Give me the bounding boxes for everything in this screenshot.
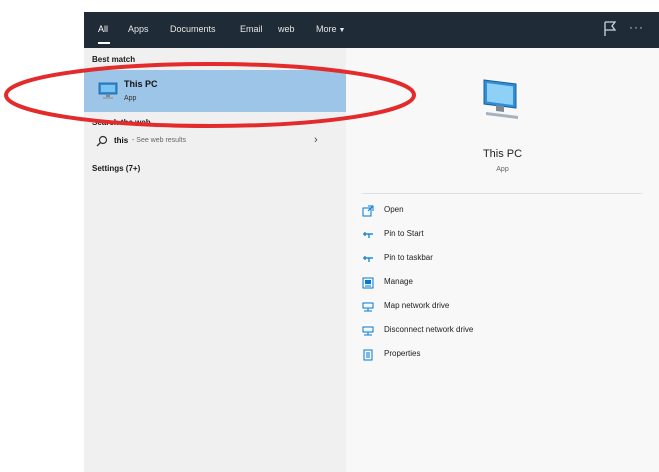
action-open-label: Open xyxy=(384,205,404,214)
search-web-header: Search the web xyxy=(92,118,151,127)
web-result-hint: - See web results xyxy=(132,137,187,144)
action-disconnect-network-drive[interactable]: Disconnect network drive xyxy=(362,322,622,340)
tab-web[interactable]: web xyxy=(278,24,295,34)
search-icon xyxy=(96,135,108,147)
active-tab-indicator xyxy=(98,42,110,44)
action-manage[interactable]: Manage xyxy=(362,274,622,292)
best-match-title: This PC xyxy=(124,79,158,89)
feedback-icon[interactable] xyxy=(602,20,618,38)
action-pin-to-taskbar[interactable]: Pin to taskbar xyxy=(362,250,622,268)
manage-icon xyxy=(362,277,374,289)
results-list: Best match This PC App Search the web th… xyxy=(84,48,346,472)
this-pc-large-icon xyxy=(483,79,518,119)
search-panel: All Apps Documents Email web More ▼ ··· B… xyxy=(84,12,659,472)
this-pc-icon xyxy=(98,82,118,99)
action-map-network-drive-label: Map network drive xyxy=(384,301,450,310)
action-open[interactable]: Open xyxy=(362,202,622,220)
action-disconnect-network-drive-label: Disconnect network drive xyxy=(384,325,474,334)
caret-down-icon: ▼ xyxy=(338,27,346,34)
best-match-header: Best match xyxy=(92,55,136,64)
tab-apps[interactable]: Apps xyxy=(128,24,149,34)
preview-pane: This PC App Open Pin to Start Pin to tas… xyxy=(346,48,659,472)
chevron-right-icon[interactable]: › xyxy=(314,134,318,146)
tab-more[interactable]: More ▼ xyxy=(316,24,345,34)
action-pin-to-start[interactable]: Pin to Start xyxy=(362,226,622,244)
network-drive-icon xyxy=(362,302,374,312)
pin-icon xyxy=(363,256,373,262)
pin-icon xyxy=(363,232,373,238)
best-match-subtitle: App xyxy=(124,95,137,102)
action-properties[interactable]: Properties xyxy=(362,346,622,364)
preview-subtitle: App xyxy=(496,166,509,173)
search-filter-bar: All Apps Documents Email web More ▼ ··· xyxy=(84,12,659,48)
settings-header[interactable]: Settings (7+) xyxy=(92,164,140,173)
action-map-network-drive[interactable]: Map network drive xyxy=(362,298,622,316)
tab-documents[interactable]: Documents xyxy=(170,24,216,34)
properties-icon xyxy=(363,349,373,361)
more-options-icon[interactable]: ··· xyxy=(629,20,644,34)
action-pin-to-start-label: Pin to Start xyxy=(384,229,424,238)
preview-divider xyxy=(362,193,642,194)
action-properties-label: Properties xyxy=(384,349,421,358)
web-query-text: this xyxy=(114,136,129,145)
network-drive-icon xyxy=(362,326,374,336)
action-pin-to-taskbar-label: Pin to taskbar xyxy=(384,253,433,262)
preview-title: This PC xyxy=(482,148,523,160)
tab-email[interactable]: Email xyxy=(240,24,263,34)
best-match-item[interactable]: This PC App xyxy=(84,70,346,112)
tab-all[interactable]: All xyxy=(98,24,108,34)
action-manage-label: Manage xyxy=(384,277,413,286)
tab-more-label: More xyxy=(316,24,337,34)
web-search-result[interactable]: this - See web results › xyxy=(84,130,346,154)
open-icon xyxy=(362,205,374,217)
